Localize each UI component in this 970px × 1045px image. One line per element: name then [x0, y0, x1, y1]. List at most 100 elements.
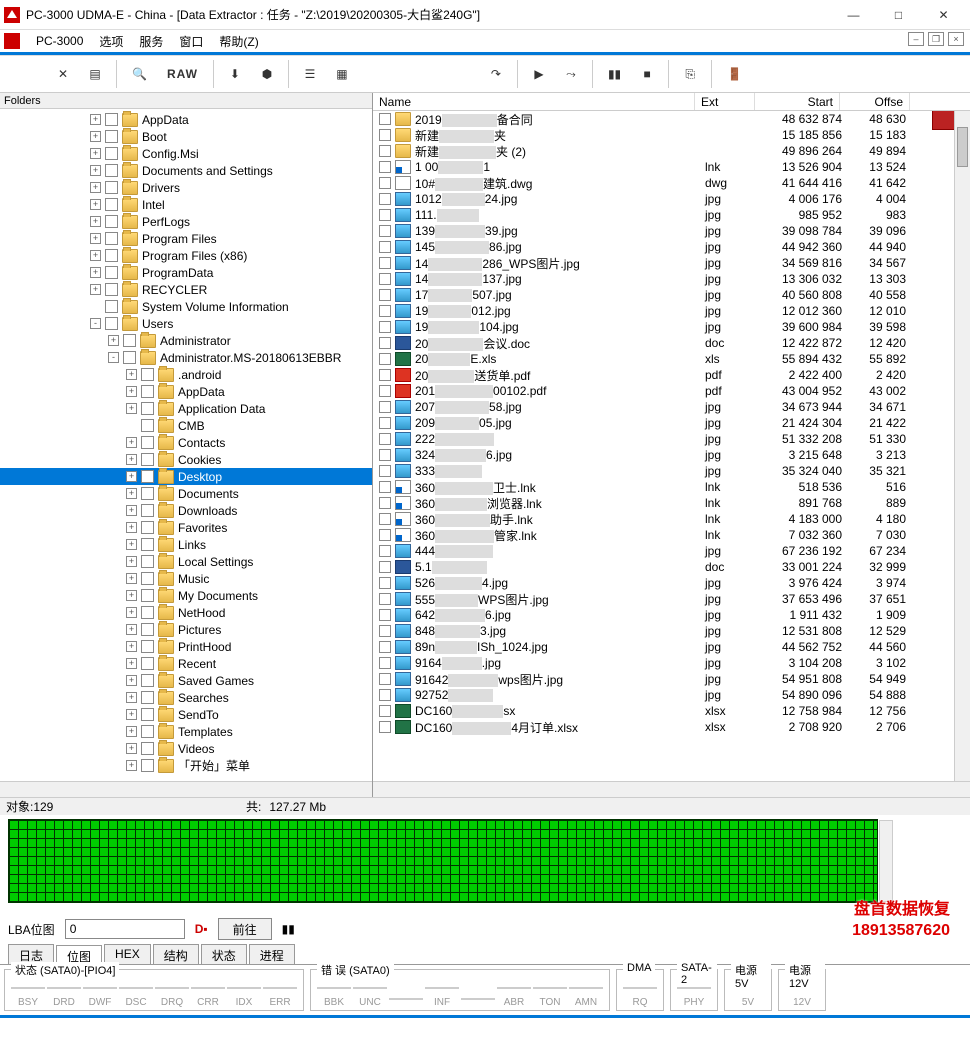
file-checkbox[interactable] [379, 337, 391, 349]
file-checkbox[interactable] [379, 625, 391, 637]
tree-item[interactable]: -Administrator.MS-20180613EBBR [0, 349, 372, 366]
tree-item[interactable]: +Documents [0, 485, 372, 502]
file-row[interactable]: 333jpg35 324 04035 321 [373, 463, 970, 479]
file-checkbox[interactable] [379, 385, 391, 397]
file-row[interactable]: 13939.jpgjpg39 098 78439 096 [373, 223, 970, 239]
file-row[interactable]: 5264.jpgjpg3 976 4243 974 [373, 575, 970, 591]
expand-icon[interactable]: + [126, 369, 137, 380]
menu-window[interactable]: 窗口 [171, 31, 211, 52]
file-list[interactable]: 2019备合同48 632 87448 630新建夹15 185 85615 1… [373, 111, 970, 779]
file-row[interactable]: 新建夹15 185 85615 183 [373, 127, 970, 143]
file-row[interactable]: 14586.jpgjpg44 942 36044 940 [373, 239, 970, 255]
file-row[interactable]: 14137.jpgjpg13 306 03213 303 [373, 271, 970, 287]
file-checkbox[interactable] [379, 321, 391, 333]
file-checkbox[interactable] [379, 417, 391, 429]
expand-icon[interactable]: + [90, 267, 101, 278]
tree-checkbox[interactable] [141, 521, 154, 534]
lba-input[interactable] [65, 919, 185, 939]
close-button[interactable]: ✕ [921, 1, 966, 29]
file-row[interactable]: 8483.jpgjpg12 531 80812 529 [373, 623, 970, 639]
tree-item[interactable]: +Searches [0, 689, 372, 706]
file-row[interactable]: 1 001lnk13 526 90413 524 [373, 159, 970, 175]
file-checkbox[interactable] [379, 241, 391, 253]
file-row[interactable]: 92752jpg54 890 09654 888 [373, 687, 970, 703]
file-row[interactable]: 89nISh_1024.jpgjpg44 562 75244 560 [373, 639, 970, 655]
tree-checkbox[interactable] [141, 555, 154, 568]
file-checkbox[interactable] [379, 689, 391, 701]
copy-icon[interactable]: ⎘ [675, 59, 705, 89]
col-name[interactable]: Name [373, 93, 695, 110]
file-checkbox[interactable] [379, 513, 391, 525]
col-start[interactable]: Start [755, 93, 840, 110]
expand-icon[interactable]: + [126, 590, 137, 601]
expand-icon[interactable]: + [126, 760, 137, 771]
play-icon[interactable]: ▶ [524, 59, 554, 89]
tree-checkbox[interactable] [141, 691, 154, 704]
tree-checkbox[interactable] [105, 164, 118, 177]
tree-checkbox[interactable] [105, 249, 118, 262]
maximize-button[interactable]: □ [876, 1, 921, 29]
tree-checkbox[interactable] [105, 130, 118, 143]
expand-icon[interactable]: + [126, 726, 137, 737]
expand-icon[interactable]: + [126, 641, 137, 652]
file-row[interactable]: 14286_WPS图片.jpgjpg34 569 81634 567 [373, 255, 970, 271]
tree-checkbox[interactable] [141, 572, 154, 585]
tree-item[interactable]: +NetHood [0, 604, 372, 621]
tree-checkbox[interactable] [141, 487, 154, 500]
tree-checkbox[interactable] [105, 232, 118, 245]
export-icon[interactable]: ↷ [481, 59, 511, 89]
tree-item[interactable]: +Administrator [0, 332, 372, 349]
file-row[interactable]: 360浏览器.lnklnk891 768889 [373, 495, 970, 511]
bitmap-scroll[interactable] [879, 820, 893, 902]
expand-icon[interactable]: + [126, 709, 137, 720]
file-checkbox[interactable] [379, 273, 391, 285]
tree-item[interactable]: +Application Data [0, 400, 372, 417]
expand-icon[interactable]: + [126, 573, 137, 584]
file-row[interactable]: 19012.jpgjpg12 012 36012 010 [373, 303, 970, 319]
menu-help[interactable]: 帮助(Z) [211, 31, 266, 52]
tree-item[interactable]: +Cookies [0, 451, 372, 468]
file-row[interactable]: 17507.jpgjpg40 560 80840 558 [373, 287, 970, 303]
list-icon[interactable]: ☰ [295, 59, 325, 89]
expand-icon[interactable]: + [90, 114, 101, 125]
file-row[interactable]: 111.jpg985 952983 [373, 207, 970, 223]
file-checkbox[interactable] [379, 433, 391, 445]
tree-item[interactable]: +AppData [0, 111, 372, 128]
expand-icon[interactable]: - [108, 352, 119, 363]
tree-item[interactable]: +Videos [0, 740, 372, 757]
tree-item[interactable]: +Saved Games [0, 672, 372, 689]
expand-icon[interactable]: + [90, 148, 101, 159]
tree-checkbox[interactable] [123, 351, 136, 364]
file-checkbox[interactable] [379, 561, 391, 573]
expand-icon[interactable]: + [90, 165, 101, 176]
file-checkbox[interactable] [379, 657, 391, 669]
tree-checkbox[interactable] [141, 436, 154, 449]
file-checkbox[interactable] [379, 497, 391, 509]
tree-checkbox[interactable] [141, 504, 154, 517]
file-checkbox[interactable] [379, 481, 391, 493]
expand-icon[interactable]: + [90, 284, 101, 295]
lba-pause-icon[interactable]: ▮▮ [282, 922, 295, 936]
expand-icon[interactable]: + [126, 437, 137, 448]
tree-checkbox[interactable] [141, 606, 154, 619]
file-checkbox[interactable] [379, 529, 391, 541]
expand-icon[interactable] [126, 420, 137, 431]
file-checkbox[interactable] [379, 257, 391, 269]
tree-hscroll[interactable] [0, 781, 372, 797]
expand-icon[interactable]: + [126, 386, 137, 397]
file-checkbox[interactable] [379, 401, 391, 413]
tree-item[interactable]: System Volume Information [0, 298, 372, 315]
tree-checkbox[interactable] [105, 266, 118, 279]
stop-icon[interactable]: ■ [632, 59, 662, 89]
tree-item[interactable]: +Desktop [0, 468, 372, 485]
file-checkbox[interactable] [379, 161, 391, 173]
file-row[interactable]: 19104.jpgjpg39 600 98439 598 [373, 319, 970, 335]
tree-item[interactable]: +My Documents [0, 587, 372, 604]
file-row[interactable]: 20100102.pdfpdf43 004 95243 002 [373, 383, 970, 399]
tree-checkbox[interactable] [141, 385, 154, 398]
file-row[interactable]: DC1604月订单.xlsxxlsx2 708 9202 706 [373, 719, 970, 735]
grid-icon[interactable]: ▦ [327, 59, 357, 89]
tree-item[interactable]: +RECYCLER [0, 281, 372, 298]
tree-item[interactable]: +Links [0, 536, 372, 553]
expand-icon[interactable]: + [90, 233, 101, 244]
